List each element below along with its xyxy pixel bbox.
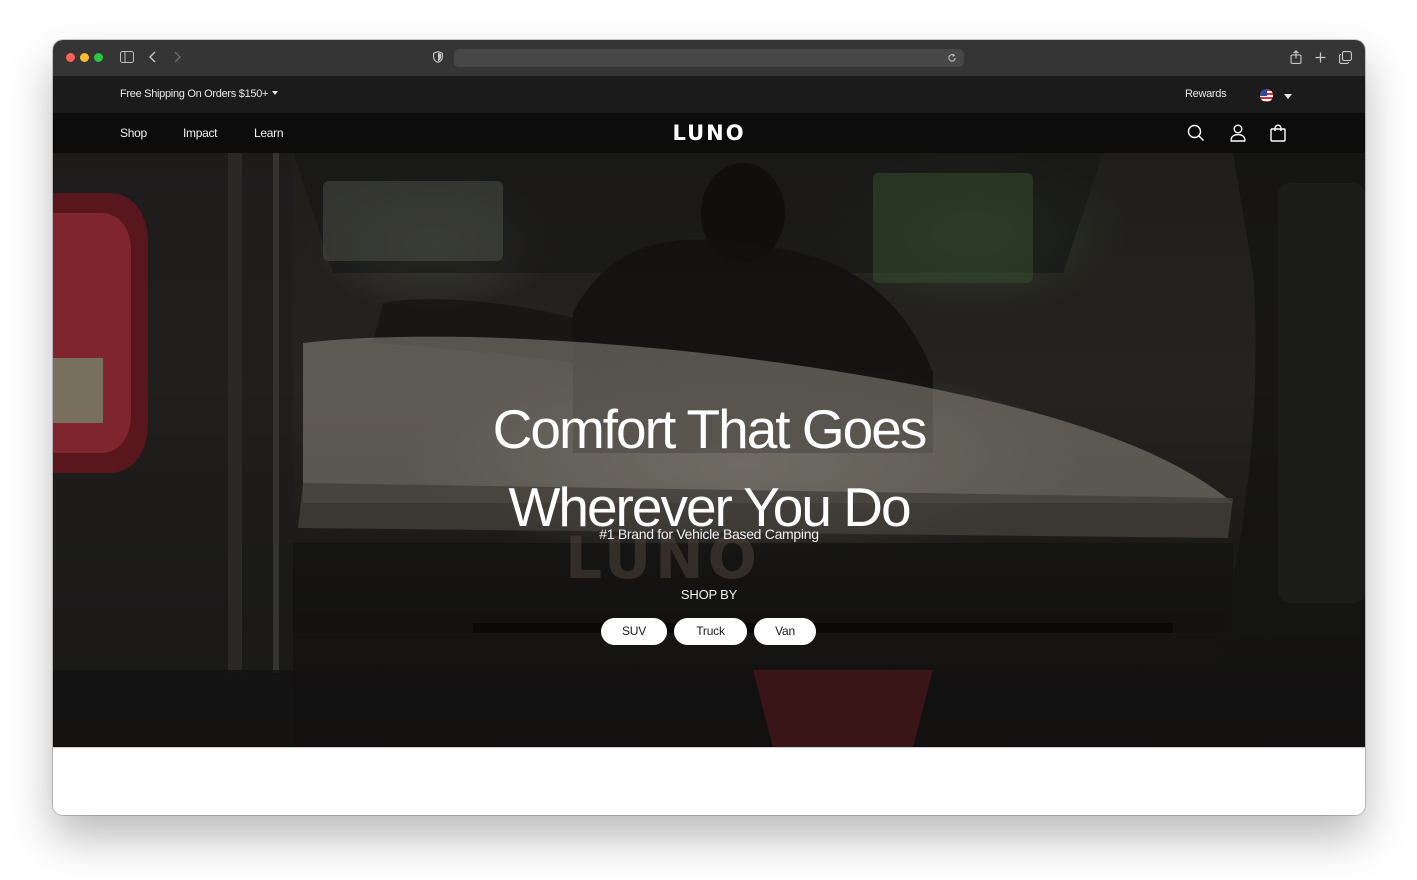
hero-headline: Comfort That Goes Wherever You Do	[309, 390, 1109, 546]
us-flag-icon[interactable]	[1260, 89, 1273, 102]
minimize-window-button[interactable]	[80, 53, 89, 62]
share-icon[interactable]	[1289, 48, 1303, 66]
shop-by-label: SHOP BY	[680, 587, 738, 602]
shop-van-button[interactable]: Van	[754, 618, 816, 645]
zoom-window-button[interactable]	[94, 53, 103, 62]
chevron-down-icon	[272, 91, 279, 95]
cart-icon[interactable]	[1268, 123, 1288, 143]
shop-truck-button[interactable]: Truck	[674, 618, 747, 645]
search-icon[interactable]	[1186, 123, 1206, 143]
free-shipping-text: Free Shipping On Orders $150+	[120, 88, 269, 100]
nav-learn[interactable]: Learn	[254, 126, 284, 140]
sidebar-icon[interactable]	[119, 48, 135, 66]
reload-icon[interactable]	[945, 51, 959, 65]
shop-suv-button[interactable]: SUV	[601, 618, 667, 645]
account-icon[interactable]	[1228, 123, 1248, 143]
announcement-bar: Free Shipping On Orders $150+ Rewards	[53, 77, 1365, 113]
forward-arrow-icon[interactable]	[170, 48, 184, 66]
hero-headline-line-1: Comfort That Goes	[492, 397, 928, 460]
browser-toolbar	[53, 40, 1365, 77]
rewards-link[interactable]: Rewards	[1185, 88, 1227, 100]
back-arrow-icon[interactable]	[146, 48, 160, 66]
page-content-below-fold	[53, 747, 1365, 815]
free-shipping-dropdown[interactable]: Free Shipping On Orders $150+	[120, 88, 279, 100]
shield-icon[interactable]	[431, 48, 445, 66]
browser-window: Free Shipping On Orders $150+ Rewards Sh…	[53, 40, 1365, 815]
nav-shop[interactable]: Shop	[120, 126, 147, 140]
nav-impact[interactable]: Impact	[183, 126, 218, 140]
chevron-down-icon[interactable]	[1284, 94, 1292, 99]
tabs-icon[interactable]	[1337, 48, 1353, 66]
hero-subtitle: #1 Brand for Vehicle Based Camping	[599, 526, 819, 542]
luno-logo[interactable]: LUNO	[659, 121, 759, 145]
plus-icon[interactable]	[1313, 48, 1327, 66]
hero-banner: LUNO Comfort That Goes Wherever You Do #…	[53, 153, 1365, 747]
close-window-button[interactable]	[66, 53, 75, 62]
address-bar[interactable]	[454, 49, 964, 67]
main-navigation: Shop Impact Learn LUNO	[53, 113, 1365, 153]
